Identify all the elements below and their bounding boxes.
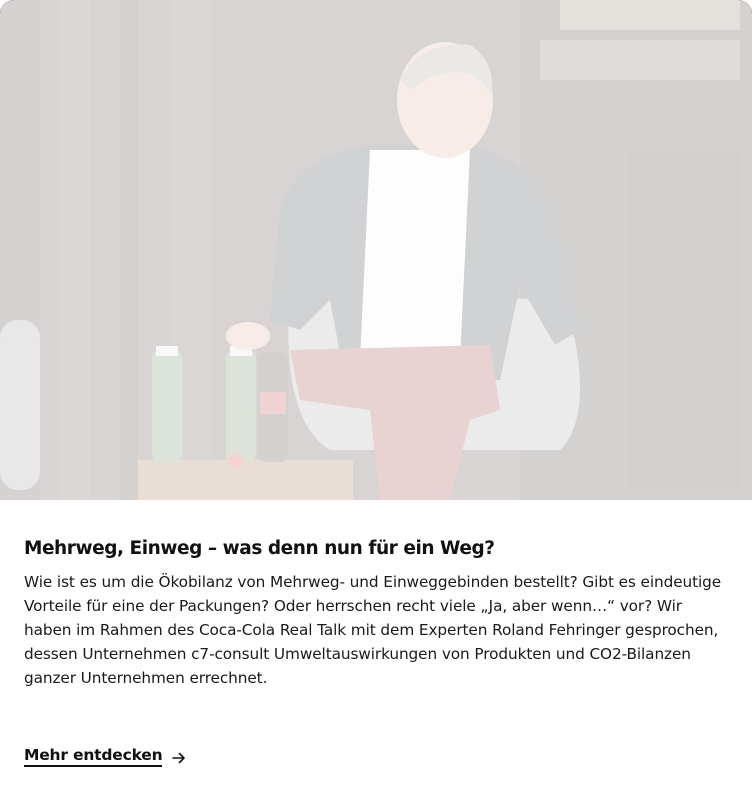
- card-body: Wie ist es um die Ökobilanz von Mehrweg-…: [24, 573, 722, 687]
- mehr-entdecken-link[interactable]: Mehr entdecken: [24, 746, 186, 767]
- card-content: Mehrweg, Einweg – was denn nun für ein W…: [24, 536, 724, 690]
- article-card: Mehrweg, Einweg – was denn nun für ein W…: [0, 0, 752, 801]
- hero-image[interactable]: [0, 0, 752, 500]
- cta-label: Mehr entdecken: [24, 746, 163, 767]
- card-title: Mehrweg, Einweg – was denn nun für ein W…: [24, 538, 495, 559]
- image-overlay: [0, 0, 752, 500]
- arrow-right-icon: [172, 750, 186, 764]
